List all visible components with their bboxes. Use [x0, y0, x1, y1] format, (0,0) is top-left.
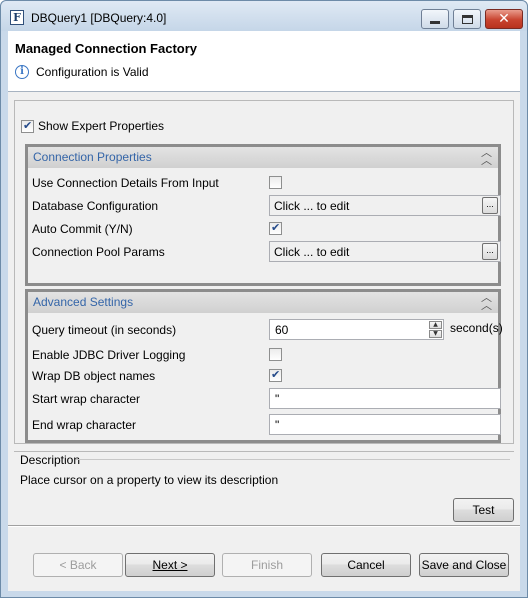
auto-commit-label: Auto Commit (Y/N): [32, 222, 133, 236]
close-button[interactable]: ✕: [485, 9, 523, 29]
footer-separator: [8, 525, 520, 527]
next-button-label: Next >: [152, 558, 188, 572]
maximize-button[interactable]: [453, 9, 481, 29]
page-title: Managed Connection Factory: [15, 41, 198, 56]
maximize-icon: [461, 14, 473, 24]
dialog-window: F DBQuery1 [DBQuery:4.0] ✕ Managed Conne…: [0, 0, 528, 598]
info-icon: i: [15, 65, 29, 79]
minimize-button[interactable]: [421, 9, 449, 29]
pool-params-value: Click ... to edit: [274, 245, 350, 259]
start-wrap-value: ": [275, 392, 280, 406]
pool-params-row: Connection Pool Params Click ... to edit…: [32, 241, 501, 263]
description-panel: Description Place cursor on a property t…: [14, 451, 514, 489]
jdbc-logging-checkbox[interactable]: [269, 348, 282, 361]
start-wrap-row: Start wrap character ": [32, 388, 501, 410]
advanced-settings-group: Advanced Settings ︿ ︿ Query timeout (in s…: [25, 289, 503, 443]
wizard-header: Managed Connection Factory i Configurati…: [8, 31, 520, 92]
pool-params-field[interactable]: Click ... to edit ...: [269, 241, 501, 262]
db-config-label: Database Configuration: [32, 199, 159, 213]
double-chevron-up-icon[interactable]: ︿ ︿: [481, 147, 492, 166]
db-config-edit-button[interactable]: ...: [482, 197, 498, 214]
use-conn-details-row: Use Connection Details From Input: [32, 172, 500, 194]
query-timeout-value: 60: [275, 323, 289, 337]
show-expert-checkbox[interactable]: [21, 119, 34, 133]
double-chevron-up-icon[interactable]: ︿ ︿: [481, 292, 492, 311]
end-wrap-row: End wrap character ": [32, 414, 501, 436]
use-conn-details-label: Use Connection Details From Input: [32, 176, 219, 190]
db-config-row: Database Configuration Click ... to edit…: [32, 195, 501, 217]
auto-commit-row: Auto Commit (Y/N): [32, 218, 500, 240]
query-timeout-unit: second(s): [450, 321, 503, 335]
show-expert-label: Show Expert Properties: [38, 119, 165, 133]
finish-button[interactable]: Finish: [222, 553, 312, 577]
advanced-settings-title: Advanced Settings: [33, 295, 134, 309]
wrap-names-label: Wrap DB object names: [32, 369, 156, 383]
connection-properties-group: Connection Properties ︿ ︿ Use Connection …: [25, 144, 501, 286]
show-expert-row[interactable]: Show Expert Properties: [21, 119, 164, 133]
minimize-icon: [430, 20, 440, 24]
end-wrap-label: End wrap character: [32, 418, 137, 432]
spin-down-icon[interactable]: ▼: [429, 330, 442, 338]
close-icon: ✕: [498, 11, 510, 27]
wrap-names-row: Wrap DB object names: [32, 365, 500, 387]
connection-properties-header[interactable]: Connection Properties ︿ ︿: [28, 147, 498, 168]
window-title: DBQuery1 [DBQuery:4.0]: [31, 11, 167, 25]
start-wrap-input[interactable]: ": [269, 388, 501, 409]
advanced-settings-header[interactable]: Advanced Settings ︿ ︿: [28, 292, 498, 313]
description-text: Place cursor on a property to view its d…: [20, 473, 279, 487]
test-button[interactable]: Test: [453, 498, 514, 522]
auto-commit-checkbox[interactable]: [269, 221, 282, 235]
pool-params-edit-button[interactable]: ...: [482, 243, 498, 260]
cancel-button[interactable]: Cancel: [321, 553, 411, 577]
validation-status: Configuration is Valid: [36, 65, 149, 79]
description-divider: [76, 459, 510, 460]
wizard-content: Show Expert Properties Connection Proper…: [8, 92, 520, 591]
description-title: Description: [20, 453, 81, 467]
connection-properties-title: Connection Properties: [33, 150, 152, 164]
start-wrap-label: Start wrap character: [32, 392, 141, 406]
save-close-button[interactable]: Save and Close: [419, 553, 509, 577]
pool-params-label: Connection Pool Params: [32, 245, 165, 259]
properties-panel: Show Expert Properties Connection Proper…: [14, 100, 514, 444]
jdbc-logging-row: Enable JDBC Driver Logging: [32, 344, 500, 366]
end-wrap-input[interactable]: ": [269, 414, 501, 435]
query-timeout-label: Query timeout (in seconds): [32, 323, 177, 337]
query-timeout-row: Query timeout (in seconds) 60 ▲ ▼ second…: [32, 319, 503, 341]
spin-up-icon[interactable]: ▲: [429, 321, 442, 329]
wrap-names-checkbox[interactable]: [269, 368, 282, 382]
query-timeout-spinner[interactable]: 60 ▲ ▼: [269, 319, 444, 340]
next-button[interactable]: Next >: [125, 553, 215, 577]
db-config-field[interactable]: Click ... to edit ...: [269, 195, 501, 216]
app-icon: F: [10, 10, 24, 25]
back-button[interactable]: < Back: [33, 553, 123, 577]
title-bar[interactable]: F DBQuery1 [DBQuery:4.0] ✕: [1, 1, 527, 31]
end-wrap-value: ": [275, 418, 280, 432]
db-config-value: Click ... to edit: [274, 199, 350, 213]
spinner-buttons: ▲ ▼: [429, 321, 442, 338]
use-conn-details-checkbox[interactable]: [269, 176, 282, 189]
jdbc-logging-label: Enable JDBC Driver Logging: [32, 348, 186, 362]
